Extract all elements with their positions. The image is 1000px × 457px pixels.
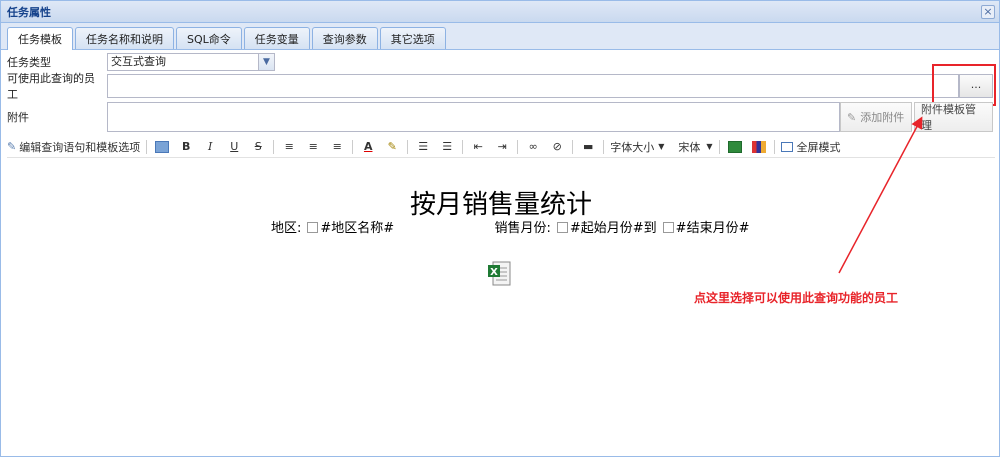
highlight-color-icon[interactable]: ✎ — [383, 138, 401, 156]
tab-sql-command[interactable]: SQL命令 — [176, 27, 242, 49]
start-month-field: #起始月份# — [569, 221, 644, 236]
underline-button[interactable]: U — [225, 138, 243, 156]
chevron-down-icon[interactable]: ▼ — [258, 54, 274, 70]
window-title: 任务属性 — [7, 5, 51, 19]
font-name-dropdown[interactable]: 宋体 ▼ — [678, 138, 712, 156]
edit-sql-button[interactable]: ✎ 编辑查询语句和模板选项 — [7, 138, 140, 156]
close-icon[interactable]: × — [981, 5, 995, 19]
tab-task-variables[interactable]: 任务变量 — [243, 27, 310, 49]
annotation-highlight-box — [932, 64, 996, 106]
toolbar-separator — [462, 139, 464, 154]
font-color-icon[interactable]: A — [359, 138, 377, 156]
toolbar-separator — [273, 139, 275, 154]
tab-other-options[interactable]: 其它选项 — [379, 27, 446, 49]
task-type-value: 交互式查询 — [111, 55, 166, 68]
excel-icon[interactable] — [726, 138, 744, 156]
svg-text:X: X — [490, 267, 498, 278]
param-checkbox-icon[interactable] — [556, 222, 568, 233]
employees-label: 可使用此查询的员工 — [7, 72, 95, 101]
outdent-icon[interactable]: ⇤ — [469, 138, 487, 156]
link-icon[interactable]: ∞ — [524, 138, 542, 156]
param-checkbox-icon[interactable] — [662, 222, 674, 233]
chevron-down-icon: ▼ — [706, 142, 713, 151]
font-size-label: 字体大小 — [610, 140, 655, 154]
font-name-label: 宋体 — [678, 140, 701, 154]
tab-query-params[interactable]: 查询参数 — [311, 27, 378, 49]
toolbar-separator — [407, 139, 409, 154]
task-type-select[interactable]: 交互式查询 ▼ — [107, 53, 275, 71]
chevron-down-icon: ▼ — [658, 142, 665, 151]
paperclip-icon: ✎ — [847, 110, 857, 124]
add-attachment-label: 添加附件 — [860, 111, 905, 124]
toolbar-separator — [603, 139, 605, 154]
end-month-field: #结束月份# — [675, 221, 750, 236]
bold-button[interactable]: B — [177, 138, 195, 156]
align-center-icon[interactable]: ≡ — [304, 138, 322, 156]
edit-sql-label: 编辑查询语句和模板选项 — [19, 140, 141, 154]
toolbar-separator — [146, 139, 148, 154]
window-titlebar: 任务属性 — [1, 1, 999, 23]
toolbar-separator — [718, 139, 720, 154]
add-attachment-button[interactable]: ✎ 添加附件 — [840, 102, 912, 132]
task-properties-window: 任务属性 × 任务模板 任务名称和说明 SQL命令 任务变量 查询参数 其它选项… — [0, 0, 1000, 457]
insert-image-icon[interactable] — [153, 138, 171, 156]
indent-icon[interactable]: ⇥ — [493, 138, 511, 156]
horizontal-rule-icon[interactable]: ▬ — [579, 138, 597, 156]
toolbar-separator — [572, 139, 574, 154]
align-left-icon[interactable]: ≡ — [280, 138, 298, 156]
excel-file-icon[interactable]: X — [487, 261, 513, 287]
bullet-list-icon[interactable]: ☰ — [414, 138, 432, 156]
italic-button[interactable]: I — [201, 138, 219, 156]
tab-task-template[interactable]: 任务模板 — [7, 27, 73, 50]
font-size-dropdown[interactable]: 字体大小 ▼ — [610, 138, 664, 156]
task-type-label: 任务类型 — [7, 56, 51, 69]
editor-toolbar: ✎ 编辑查询语句和模板选项 B I U S ≡ ≡ ≡ A ✎ ☰ ☰ ⇤ ⇥ … — [7, 136, 995, 158]
toolbar-separator — [352, 139, 354, 154]
toolbar-separator — [517, 139, 519, 154]
parameter-line: 地区: #地区名称# 销售月份: #起始月份#到 #结束月份# — [271, 217, 749, 236]
fullscreen-label: 全屏模式 — [796, 140, 841, 154]
region-field: #地区名称# — [320, 221, 395, 236]
fullscreen-icon — [780, 141, 793, 152]
fullscreen-button[interactable]: 全屏模式 — [780, 138, 841, 156]
unlink-icon[interactable]: ⊘ — [548, 138, 566, 156]
param-checkbox-icon[interactable] — [307, 222, 319, 233]
toolbar-separator — [773, 139, 775, 154]
numbered-list-icon[interactable]: ☰ — [438, 138, 456, 156]
attachment-input[interactable] — [107, 102, 840, 132]
attachment-template-button[interactable]: 附件模板管理 — [914, 102, 993, 132]
template-editor[interactable]: 按月销售量统计 地区: #地区名称# 销售月份: #起始月份#到 #结束月份# X — [7, 159, 995, 456]
attachment-label: 附件 — [7, 111, 29, 124]
document-title: 按月销售量统计 — [409, 190, 592, 220]
employees-input[interactable] — [107, 74, 959, 98]
to-text: 到 — [643, 221, 657, 236]
region-label: 地区: — [271, 221, 302, 236]
chart-icon[interactable] — [750, 138, 768, 156]
month-label: 销售月份: — [494, 221, 551, 236]
tab-strip: 任务模板 任务名称和说明 SQL命令 任务变量 查询参数 其它选项 — [1, 23, 999, 50]
tab-task-name[interactable]: 任务名称和说明 — [75, 27, 174, 49]
annotation-text: 点这里选择可以使用此查询功能的员工 — [694, 291, 899, 305]
align-right-icon[interactable]: ≡ — [328, 138, 346, 156]
strikethrough-button[interactable]: S — [249, 138, 267, 156]
edit-icon: ✎ — [7, 140, 17, 153]
